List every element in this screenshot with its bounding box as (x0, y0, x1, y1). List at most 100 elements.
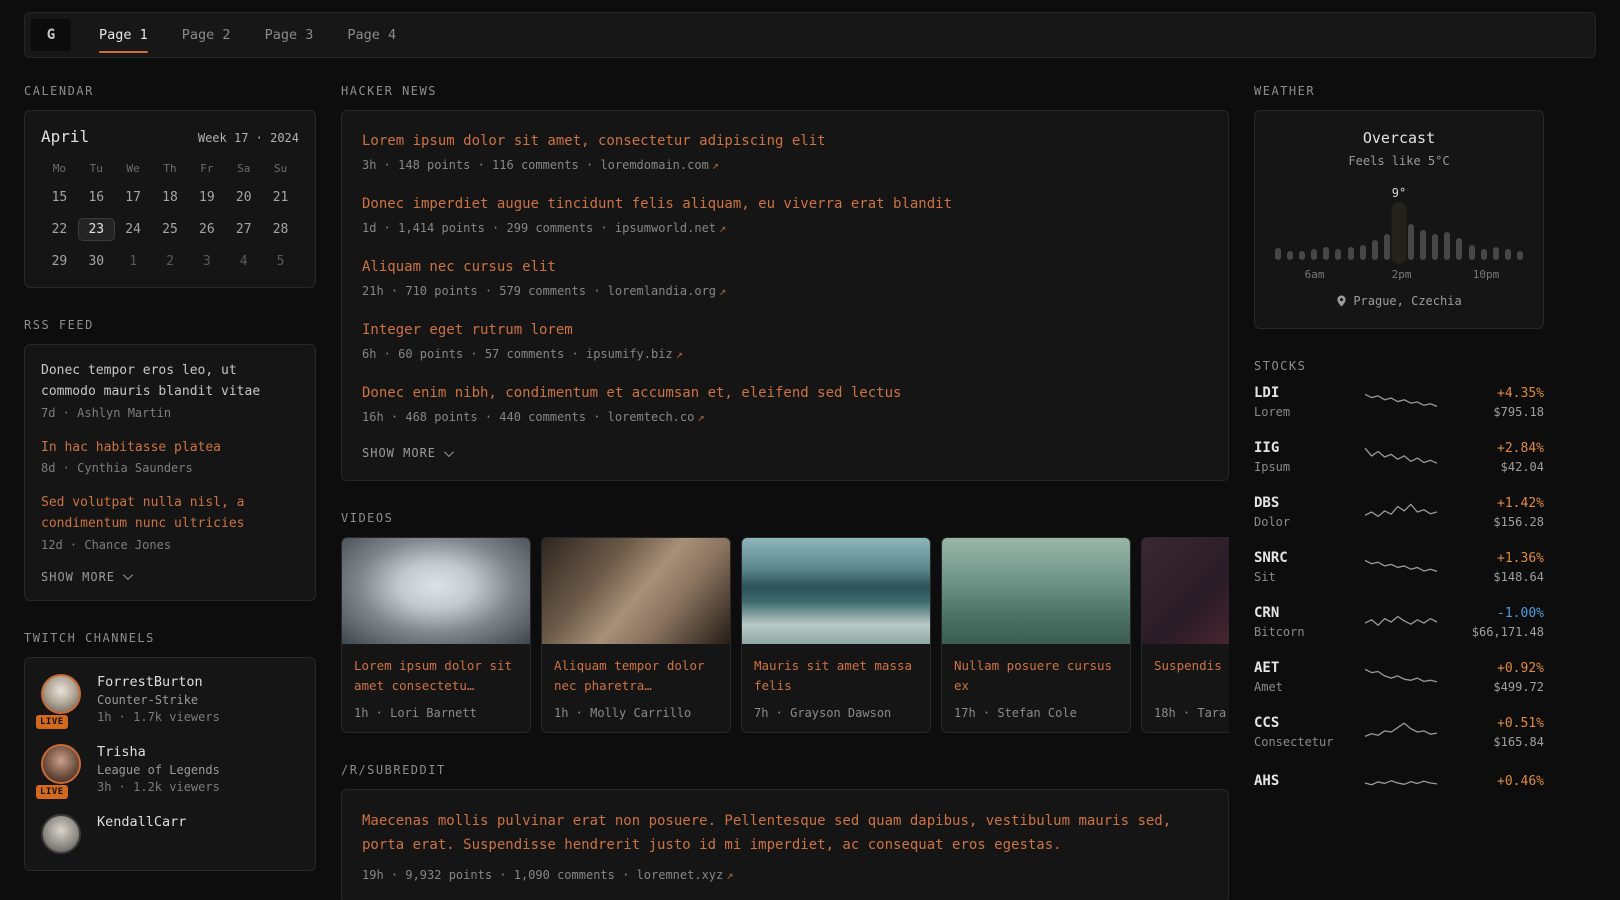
hackernews-item-domain[interactable]: loremlandia.org (608, 284, 716, 298)
twitch-channel[interactable]: LIVE Trisha League of Legends 3h · 1.2k … (41, 744, 299, 794)
weather-time-label: 2pm (1392, 268, 1412, 281)
stock-sparkline (1364, 389, 1438, 415)
stock-row[interactable]: DBS Dolor +1.42% $156.28 (1254, 495, 1544, 529)
stock-change: +0.51% (1452, 716, 1544, 731)
hackernews-item-meta: 16h · 468 points · 440 comments · loremt… (362, 410, 1208, 424)
stock-price: $148.64 (1452, 570, 1544, 584)
rss-item-meta: 8d · Cynthia Saunders (41, 461, 299, 475)
stock-row[interactable]: CCS Consectetur +0.51% $165.84 (1254, 715, 1544, 749)
external-link-icon: ↗ (712, 158, 719, 172)
rss-show-more-button[interactable]: SHOW MORE (41, 570, 299, 584)
subreddit-post-domain[interactable]: loremnet.xyz (637, 868, 724, 882)
rss-item-title[interactable]: Sed volutpat nulla nisl, a condimentum n… (41, 493, 299, 535)
tab-page-4[interactable]: Page 4 (347, 13, 396, 57)
stock-sparkline (1364, 444, 1438, 470)
rss-item-meta: 7d · Ashlyn Martin (41, 406, 299, 420)
tab-page-1[interactable]: Page 1 (99, 13, 148, 57)
stock-name: Dolor (1254, 515, 1350, 529)
stock-change: +0.92% (1452, 661, 1544, 676)
live-badge: LIVE (36, 785, 68, 799)
stock-name: Bitcorn (1254, 625, 1350, 639)
hackernews-item: Donec enim nibh, condimentum et accumsan… (362, 383, 1208, 424)
stock-change: -1.00% (1452, 606, 1544, 621)
hackernews-item-title[interactable]: Aliquam nec cursus elit (362, 257, 1208, 278)
stock-row[interactable]: AHS +0.46% (1254, 770, 1544, 796)
video-meta: 1h · Lori Barnett (354, 706, 518, 720)
stock-ticker: AET (1254, 660, 1350, 676)
twitch-channel-game: League of Legends (97, 763, 220, 777)
hackernews-item-stats: 16h · 468 points · 440 comments · (362, 410, 600, 424)
tab-page-2[interactable]: Page 2 (182, 13, 231, 57)
hackernews-item-domain[interactable]: ipsumify.biz (586, 347, 673, 361)
hackernews-section-title: HACKER NEWS (341, 84, 1229, 98)
external-link-icon: ↗ (719, 284, 726, 298)
video-thumbnail (742, 538, 930, 644)
calendar-day: 29 (41, 250, 78, 273)
location-pin-icon (1336, 294, 1347, 308)
hackernews-item-stats: 21h · 710 points · 579 comments · (362, 284, 600, 298)
weather-location: Prague, Czechia (1336, 294, 1461, 308)
stock-row[interactable]: SNRC Sit +1.36% $148.64 (1254, 550, 1544, 584)
rss-item-meta: 12d · Chance Jones (41, 538, 299, 552)
rss-item-title[interactable]: Donec tempor eros leo, ut commodo mauris… (41, 361, 299, 403)
stock-row[interactable]: LDI Lorem +4.35% $795.18 (1254, 385, 1544, 419)
twitch-channel-game: Counter-Strike (97, 693, 220, 707)
subreddit-post-title[interactable]: Maecenas mollis pulvinar erat non posuer… (362, 810, 1208, 858)
twitch-channel-name: ForrestBurton (97, 674, 220, 690)
chevron-down-icon (123, 571, 133, 581)
weather-condition: Overcast (1271, 129, 1527, 147)
stocks-widget: STOCKS LDI Lorem +4.35% $795.18 IIG (1254, 359, 1544, 796)
stock-name: Amet (1254, 680, 1350, 694)
rss-card: Donec tempor eros leo, ut commodo mauris… (24, 344, 316, 601)
hackernews-item-domain[interactable]: ipsumworld.net (615, 221, 716, 235)
rss-item: In hac habitasse platea 8d · Cynthia Sau… (41, 438, 299, 476)
video-card[interactable]: Mauris sit amet massa felis 7h · Grayson… (741, 537, 931, 733)
external-link-icon: ↗ (719, 221, 726, 235)
hackernews-item-title[interactable]: Donec enim nibh, condimentum et accumsan… (362, 383, 1208, 404)
stock-row[interactable]: IIG Ipsum +2.84% $42.04 (1254, 440, 1544, 474)
rss-item: Sed volutpat nulla nisl, a condimentum n… (41, 493, 299, 552)
video-title: Suspendis diam (1154, 656, 1229, 696)
weather-time-label: 10pm (1473, 268, 1500, 281)
rss-item-title[interactable]: In hac habitasse platea (41, 438, 299, 459)
calendar-day: 18 (152, 186, 189, 209)
hackernews-item-domain[interactable]: loremdomain.com (600, 158, 708, 172)
subreddit-post-meta: 19h · 9,932 points · 1,090 comments · lo… (362, 868, 1208, 882)
video-card[interactable]: Aliquam tempor dolor nec pharetra… 1h · … (541, 537, 731, 733)
twitch-avatar (41, 674, 81, 714)
hackernews-item-title[interactable]: Integer eget rutrum lorem (362, 320, 1208, 341)
video-card[interactable]: Suspendis diam 18h · Tara (1141, 537, 1229, 733)
video-card[interactable]: Lorem ipsum dolor sit amet consectetu… 1… (341, 537, 531, 733)
video-title: Aliquam tempor dolor nec pharetra… (554, 656, 718, 696)
stock-row[interactable]: AET Amet +0.92% $499.72 (1254, 660, 1544, 694)
calendar-day: 27 (225, 218, 262, 241)
calendar-dow: Sa (225, 162, 262, 177)
calendar-day: 2 (152, 250, 189, 273)
weather-location-label: Prague, Czechia (1353, 294, 1461, 308)
video-meta: 7h · Grayson Dawson (754, 706, 918, 720)
video-card[interactable]: Nullam posuere cursus ex 17h · Stefan Co… (941, 537, 1131, 733)
hackernews-item-domain[interactable]: loremtech.co (608, 410, 695, 424)
stock-row[interactable]: CRN Bitcorn -1.00% $66,171.48 (1254, 605, 1544, 639)
video-thumbnail (942, 538, 1130, 644)
weather-widget: WEATHER Overcast Feels like 5°C 9° 6am 2… (1254, 84, 1544, 329)
hackernews-show-more-label: SHOW MORE (362, 446, 436, 460)
weather-feels-like: Feels like 5°C (1271, 154, 1527, 168)
external-link-icon: ↗ (676, 347, 683, 361)
tab-page-3[interactable]: Page 3 (265, 13, 314, 57)
calendar-grid: Mo Tu We Th Fr Sa Su 15 16 17 18 19 20 2… (41, 162, 299, 273)
twitch-channel-name: Trisha (97, 744, 220, 760)
hackernews-item: Integer eget rutrum lorem 6h · 60 points… (362, 320, 1208, 361)
chevron-down-icon (444, 447, 454, 457)
hackernews-item-title[interactable]: Donec imperdiet augue tincidunt felis al… (362, 194, 1208, 215)
weather-time-label: 6am (1305, 268, 1325, 281)
rss-item: Donec tempor eros leo, ut commodo mauris… (41, 361, 299, 420)
stock-ticker: LDI (1254, 385, 1350, 401)
hackernews-show-more-button[interactable]: SHOW MORE (362, 446, 1208, 460)
twitch-channel[interactable]: KendallCarr (41, 814, 299, 854)
twitch-channel[interactable]: LIVE ForrestBurton Counter-Strike 1h · 1… (41, 674, 299, 724)
hackernews-item-title[interactable]: Lorem ipsum dolor sit amet, consectetur … (362, 131, 1208, 152)
stock-sparkline (1364, 770, 1438, 796)
calendar-card: April Week 17 · 2024 Mo Tu We Th Fr Sa S… (24, 110, 316, 288)
calendar-month: April (41, 127, 89, 146)
